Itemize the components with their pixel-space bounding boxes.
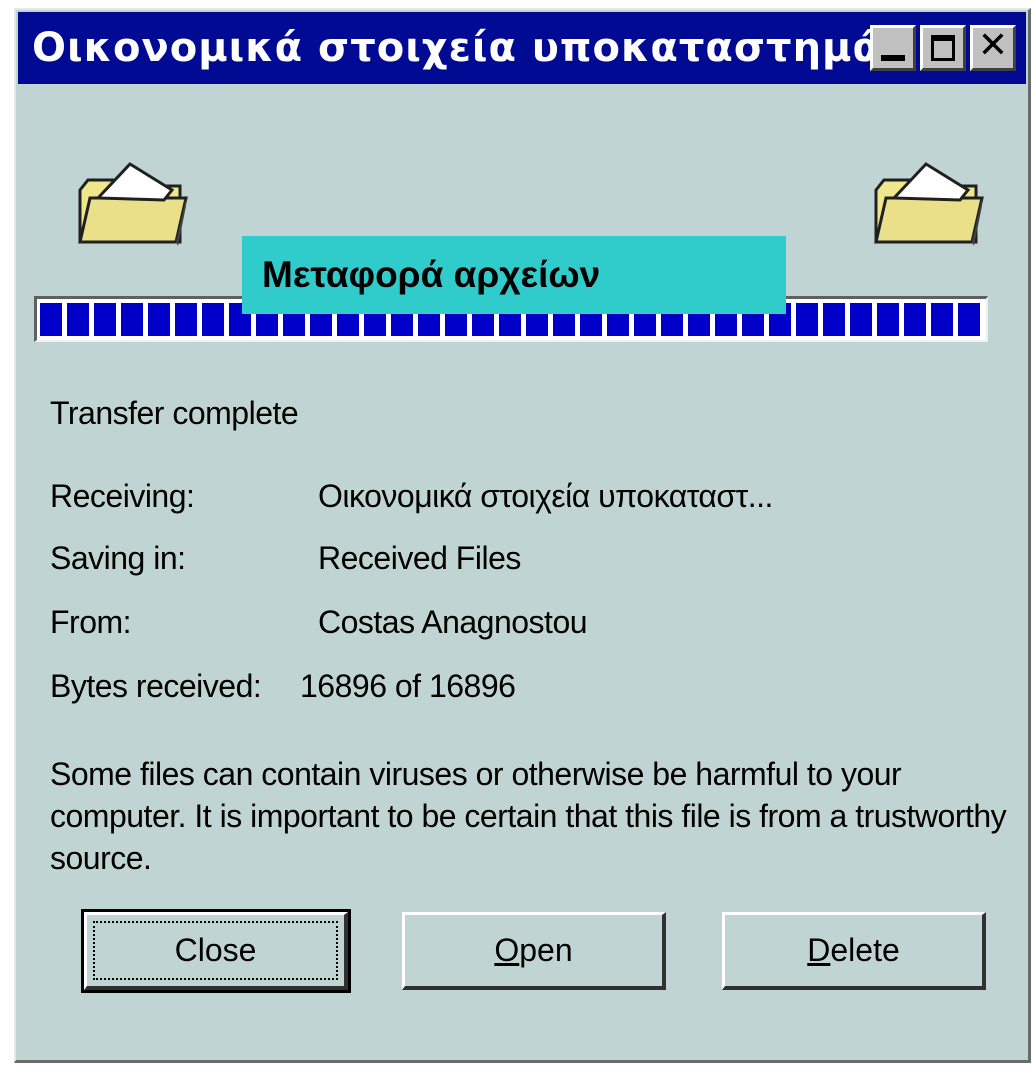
bytes-label: Bytes received:: [50, 668, 262, 704]
minimize-button[interactable]: [870, 25, 916, 71]
folder-icon: [78, 162, 188, 246]
minimize-icon: [881, 55, 905, 61]
saving-value: Received Files: [318, 540, 521, 576]
caption-overlay: Μεταφορά αρχείων: [242, 236, 786, 314]
close-button[interactable]: Close: [81, 909, 351, 993]
maximize-icon: [931, 35, 955, 61]
delete-label-rest: elete: [830, 932, 900, 968]
delete-button-label: Delete: [807, 932, 900, 969]
focus-ring: [93, 921, 338, 980]
bytes-value: 16896 of 16896: [300, 668, 516, 704]
close-icon: ✕: [977, 25, 1009, 66]
open-button[interactable]: Open: [402, 912, 666, 990]
transfer-status: Transfer complete: [50, 395, 299, 431]
open-button-label: Open: [494, 932, 572, 969]
saving-label: Saving in:: [50, 540, 186, 576]
from-label: From:: [50, 604, 132, 640]
caption-text: Μεταφορά αρχείων: [262, 254, 601, 295]
maximize-button[interactable]: [920, 25, 966, 71]
folder-icon: [874, 162, 984, 246]
receiving-value: Οικονομικά στοιχεία υποκαταστ...: [318, 478, 773, 514]
delete-accelerator: D: [807, 932, 831, 968]
window-title: Οικονομικά στοιχεία υποκαταστημάτ...: [32, 25, 870, 71]
security-warning: Some files can contain viruses or otherw…: [50, 756, 1007, 876]
delete-button[interactable]: Delete: [722, 912, 986, 990]
open-label-rest: pen: [519, 932, 573, 968]
open-accelerator: O: [494, 932, 520, 968]
receiving-label: Receiving:: [50, 478, 195, 514]
from-value: Costas Anagnostou: [318, 604, 588, 640]
title-bar[interactable]: Οικονομικά στοιχεία υποκαταστημάτ... ✕: [18, 12, 1026, 84]
close-window-button[interactable]: ✕: [970, 25, 1016, 71]
